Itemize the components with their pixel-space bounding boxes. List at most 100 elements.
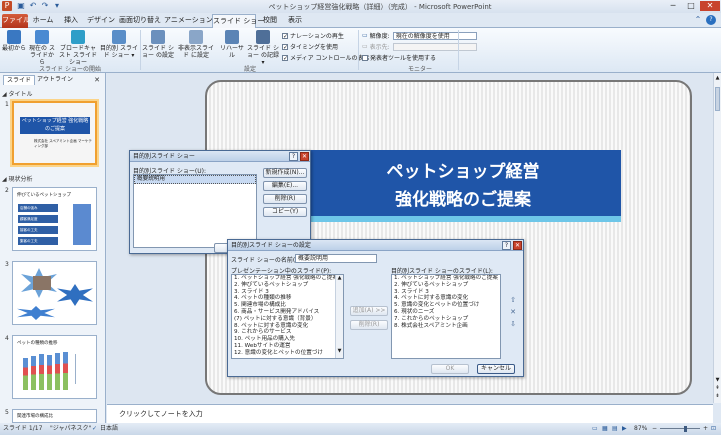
- prev-slide-icon[interactable]: ⇞: [714, 385, 721, 392]
- list-item[interactable]: 2. 伸びているペットショップ: [392, 282, 500, 289]
- move-remove-icon[interactable]: ✕: [508, 308, 518, 318]
- hide-slide-button[interactable]: 非表示スライド に設定: [176, 30, 216, 59]
- dialog-help-button[interactable]: ?: [502, 241, 511, 250]
- media-controls-checkbox[interactable]: ✓ メディア コントロールの表示: [282, 53, 370, 62]
- copy-button[interactable]: コピー(Y): [263, 207, 307, 217]
- scroll-down-icon[interactable]: ▼: [336, 348, 343, 354]
- delete-button[interactable]: 削除(R): [263, 194, 307, 204]
- tab-home[interactable]: ホーム: [30, 14, 56, 28]
- tab-outline[interactable]: アウトライン: [36, 75, 74, 85]
- list-item[interactable]: 5. 意識の変化とペットの位置づけ: [392, 302, 500, 309]
- help-icon[interactable]: ?: [706, 15, 716, 25]
- redo-icon[interactable]: ↷: [40, 1, 50, 11]
- zoom-out-icon[interactable]: −: [652, 423, 657, 435]
- tab-review[interactable]: 校閲: [258, 14, 282, 28]
- tab-slides[interactable]: スライド: [3, 75, 35, 85]
- tab-insert[interactable]: 挿入: [58, 14, 84, 28]
- list-item[interactable]: 11. Webサイトの運営: [232, 343, 343, 350]
- zoom-slider-thumb[interactable]: [684, 426, 687, 432]
- section-analysis[interactable]: ◢ 現状分析: [2, 174, 33, 183]
- setup-slideshow-button[interactable]: スライド ショー の設定: [142, 30, 174, 59]
- section-title[interactable]: ◢ タイトル: [2, 89, 33, 98]
- list-item[interactable]: 6. 現状のニーズ: [392, 309, 500, 316]
- tab-file[interactable]: ファイル: [2, 14, 30, 28]
- dialog-help-button[interactable]: ?: [289, 152, 298, 161]
- move-up-icon[interactable]: ⇧: [508, 296, 518, 306]
- list-item[interactable]: 10. ペット用品の購入先: [232, 336, 343, 343]
- close-button[interactable]: ✕: [700, 1, 720, 11]
- edit-button[interactable]: 編集(E)...: [263, 181, 307, 191]
- ribbon-separator: [458, 30, 459, 70]
- qat-dropdown-icon[interactable]: ▾: [52, 1, 62, 11]
- title-placeholder[interactable]: ペットショップ経営 強化戦略のご提案: [305, 150, 621, 216]
- undo-icon[interactable]: ↶: [28, 1, 38, 11]
- spellcheck-icon[interactable]: ✓: [92, 423, 97, 435]
- ok-button[interactable]: OK: [431, 364, 469, 374]
- broadcast-button[interactable]: ブロードキャスト スライド ショー: [58, 30, 98, 66]
- presentation-slides-list[interactable]: 1. ペットショップ経営 強化戦略のご提案 2. 伸びているペットショップ 3.…: [231, 274, 344, 359]
- list-item[interactable]: 5. 関連市場の構成比: [232, 302, 343, 309]
- remove-button[interactable]: 削除(R): [350, 320, 388, 330]
- add-button[interactable]: 追加(A) >>: [350, 306, 388, 316]
- move-down-icon[interactable]: ⇩: [508, 320, 518, 330]
- slide-thumbnail-5[interactable]: 関連市場の構成比: [12, 409, 97, 423]
- tab-view[interactable]: 表示: [284, 14, 306, 28]
- normal-view-icon[interactable]: ▭: [592, 423, 598, 435]
- list-scrollbar[interactable]: ▲ ▼: [335, 275, 343, 358]
- custom-slideshow-button[interactable]: 目的別 スライド ショー ▾: [100, 30, 138, 59]
- scroll-up-icon[interactable]: ▲: [714, 75, 721, 82]
- notes-pane[interactable]: クリックしてノートを入力: [107, 404, 713, 423]
- fit-window-icon[interactable]: ⊡: [711, 423, 716, 435]
- list-item[interactable]: 8. 株式会社スペアミント企画: [392, 323, 500, 330]
- display-select[interactable]: [392, 42, 477, 51]
- zoom-slider[interactable]: [660, 428, 700, 429]
- rehearse-icon: [225, 30, 239, 44]
- play-narration-checkbox[interactable]: ✓ ナレーションの再生: [282, 31, 344, 40]
- slide-thumbnail-2[interactable]: 伸びているペットショップ 店舗の強み 顧客満足度 接客の工夫 集客の工夫: [12, 187, 97, 251]
- status-zoom[interactable]: 87%: [634, 423, 647, 435]
- slide-thumbnail-4[interactable]: ペットの種類の推移: [12, 335, 97, 399]
- zoom-in-icon[interactable]: +: [703, 423, 708, 435]
- scroll-down-icon[interactable]: ▼: [714, 377, 721, 384]
- list-item[interactable]: 概要説明用: [134, 175, 256, 184]
- presenter-view-checkbox[interactable]: 発表者ツールを使用する: [362, 53, 436, 62]
- tab-design[interactable]: デザイン: [86, 14, 116, 28]
- from-beginning-button[interactable]: 最初から: [2, 30, 26, 52]
- maximize-button[interactable]: □: [682, 1, 700, 11]
- dialog-close-button[interactable]: ✕: [513, 241, 522, 250]
- rehearse-button[interactable]: リハーサル: [218, 30, 246, 59]
- vertical-scrollbar[interactable]: ▲ ▼ ⇞ ⇟: [713, 73, 721, 403]
- minimize-button[interactable]: ─: [664, 1, 682, 11]
- list-item[interactable]: (7) ペットに対する意識（背景）: [232, 316, 343, 323]
- list-item[interactable]: 6. 商品・サービス開発アドバイス: [232, 309, 343, 316]
- slideshow-view-icon[interactable]: ▶: [622, 423, 627, 435]
- from-current-button[interactable]: 現在の スライドから: [28, 30, 56, 66]
- show-name-input[interactable]: 概要説明用: [295, 254, 377, 263]
- slide-thumbnail-1[interactable]: ペットショップ経営 強化戦略のご提案 株式会社 スペアミント企画 マーケティング…: [12, 101, 97, 165]
- dialog-close-button[interactable]: ✕: [300, 152, 309, 161]
- slide-thumbnail-3[interactable]: [12, 261, 97, 325]
- close-panel-icon[interactable]: ✕: [92, 75, 102, 85]
- resolution-select[interactable]: 現在の解像度を使用: [392, 31, 477, 40]
- reading-view-icon[interactable]: ▤: [612, 423, 618, 435]
- custom-show-slides-list[interactable]: 1. ペットショップ経営 強化戦略のご提案 2. 伸びているペットショップ 3.…: [391, 274, 501, 359]
- scroll-thumb[interactable]: [715, 87, 720, 111]
- list-item[interactable]: 1. ペットショップ経営 強化戦略のご提案: [392, 275, 500, 282]
- list-item[interactable]: 1. ペットショップ経営 強化戦略のご提案: [232, 275, 343, 282]
- use-timings-checkbox[interactable]: ✓ タイミングを使用: [282, 42, 338, 51]
- ribbon-minimize-icon[interactable]: ⌃: [693, 15, 703, 25]
- list-item[interactable]: 12. 意識の変化とペットの位置づけ: [232, 350, 343, 357]
- save-icon[interactable]: ▣: [16, 1, 26, 11]
- next-slide-icon[interactable]: ⇟: [714, 393, 721, 400]
- record-button[interactable]: スライド ショー の記録 ▾: [246, 30, 280, 66]
- scroll-up-icon[interactable]: ▲: [336, 275, 343, 281]
- list-item[interactable]: 7. これからのペットショップ: [392, 316, 500, 323]
- tab-animations[interactable]: アニメーション: [164, 14, 213, 28]
- tab-transitions[interactable]: 画面切り替え: [118, 14, 162, 28]
- new-button[interactable]: 新規作成(N)...: [263, 168, 307, 178]
- custom-shows-list[interactable]: 概要説明用: [133, 174, 257, 248]
- cancel-button[interactable]: キャンセル: [477, 364, 515, 374]
- sorter-view-icon[interactable]: ▦: [602, 423, 608, 435]
- tab-slideshow[interactable]: スライド ショー: [212, 14, 264, 28]
- list-item[interactable]: 2. 伸びているペットショップ: [232, 282, 343, 289]
